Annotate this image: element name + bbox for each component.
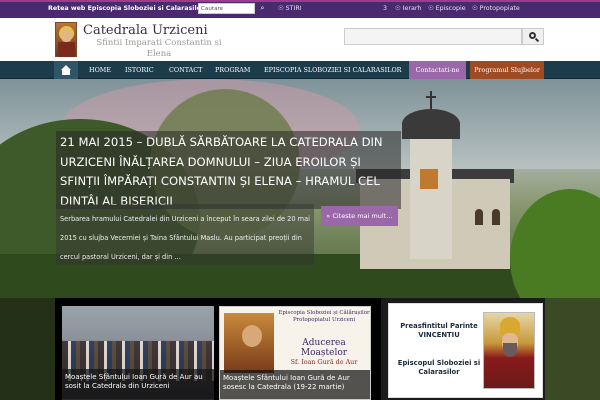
- hero-title-box[interactable]: 21 MAI 2015 – DUBLĂ SĂRBĂTOARE LA CATEDR…: [56, 131, 401, 209]
- logo-face: [61, 29, 72, 42]
- church-dome: [402, 109, 460, 139]
- topbar-link-ierarh[interactable]: ☉ Ierarh: [395, 5, 421, 12]
- nav-item-home[interactable]: HOME: [89, 61, 111, 79]
- bottom-bg-right: [545, 298, 600, 400]
- news-card-caption[interactable]: Moaștele Sfântului Ioan Gură de Aur sose…: [220, 370, 370, 399]
- site-subtitle: Sfintii Imparati Constantin si Elena: [96, 38, 222, 59]
- header-search-input[interactable]: [344, 28, 522, 45]
- news-card[interactable]: Episcopia Sloboziei și Călărașilor Proto…: [219, 306, 371, 400]
- topbar-count: 3: [383, 5, 388, 12]
- search-icon-handle: [534, 37, 540, 43]
- bishop-beard: [503, 343, 517, 357]
- site-logo-icon[interactable]: [55, 22, 77, 57]
- topbar-search-icon[interactable]: ⌕: [258, 4, 267, 13]
- read-more-button[interactable]: » Citeste mai mult…: [321, 206, 398, 226]
- hero-slider[interactable]: 21 MAI 2015 – DUBLĂ SĂRBĂTOARE LA CATEDR…: [0, 79, 600, 298]
- church-window: [475, 209, 483, 225]
- bishop-photo[interactable]: [483, 312, 535, 389]
- news-card-caption[interactable]: Moaștele Sfântului Ioan Gură de Aur au s…: [62, 369, 214, 399]
- program-button[interactable]: Programul Slujbelor: [470, 61, 544, 79]
- site-header: Catedrala Urziceni Sfintii Imparati Cons…: [0, 18, 600, 61]
- topbar-link-label: Episcopie: [435, 5, 466, 12]
- poster-subtitle: Sf. Ioan Gură de Aur: [290, 358, 358, 366]
- nav-item-contact[interactable]: CONTACT: [169, 61, 202, 79]
- hero-excerpt: Serbarea hramului Catedralei din Urzicen…: [60, 215, 310, 261]
- church-cross-icon-bar: [426, 96, 436, 98]
- home-icon-body: [62, 70, 70, 75]
- topbar-search-input[interactable]: Cautare: [198, 3, 255, 14]
- saint-icon-painting: [224, 313, 274, 373]
- topbar-link-label: Ierarh: [402, 5, 422, 12]
- saint-face: [242, 325, 262, 347]
- logo-robe: [58, 42, 75, 57]
- bishop-widget[interactable]: Preasfintitul Parinte VINCENTIU Episcopu…: [388, 303, 543, 398]
- contact-button[interactable]: Contactati-ne: [409, 61, 466, 79]
- main-nav: HOME ISTORIC CONTACT PROGRAM EPISCOPIA S…: [0, 61, 600, 79]
- topbar-link-label: STIRI: [285, 5, 302, 12]
- bishop-name: Preasfintitul Parinte VINCENTIU: [400, 322, 478, 339]
- hero-excerpt-box: Serbarea hramului Catedralei din Urzicen…: [56, 204, 314, 265]
- network-label[interactable]: Retea web Episcopia Sloboziei si Calaras…: [48, 5, 204, 12]
- church-icon-painting: [420, 169, 438, 189]
- topbar-link-stiri[interactable]: ☉ STIRI: [278, 5, 302, 12]
- topbar-link-episcopie[interactable]: ☉ Episcopie: [428, 5, 466, 12]
- topbar-accent-strip: [0, 0, 600, 2]
- church-cross-icon: [430, 91, 432, 109]
- hero-tree-right: [510, 189, 600, 298]
- church-window: [492, 209, 500, 225]
- bishop-title: Episcopul Sloboziei si Calarasilor: [397, 359, 481, 376]
- nav-item-istoric[interactable]: ISTORIC: [125, 61, 154, 79]
- site-title[interactable]: Catedrala Urziceni: [83, 23, 208, 38]
- church-tower: [410, 119, 452, 259]
- bottom-bg-left: [0, 298, 55, 400]
- network-topbar: Retea web Episcopia Sloboziei si Calaras…: [0, 0, 600, 18]
- poster-heading: Episcopia Sloboziei și Călărașilor Proto…: [278, 310, 370, 323]
- home-icon[interactable]: [54, 61, 78, 79]
- poster-title: Aducerea Moaștelor: [300, 338, 348, 358]
- hero-title[interactable]: 21 MAI 2015 – DUBLĂ SĂRBĂTOARE LA CATEDR…: [60, 135, 383, 208]
- news-card[interactable]: Moaștele Sfântului Ioan Gură de Aur au s…: [62, 306, 214, 400]
- topbar-link-label: Protopopiate: [479, 5, 520, 12]
- nav-item-program[interactable]: PROGRAM: [215, 61, 250, 79]
- topbar-link-protopopiate[interactable]: ☉ Protopopiate: [472, 5, 520, 12]
- nav-item-episcopia[interactable]: EPISCOPIA SLOBOZIEI SI CALARASILOR: [264, 61, 402, 79]
- search-button[interactable]: [522, 28, 544, 45]
